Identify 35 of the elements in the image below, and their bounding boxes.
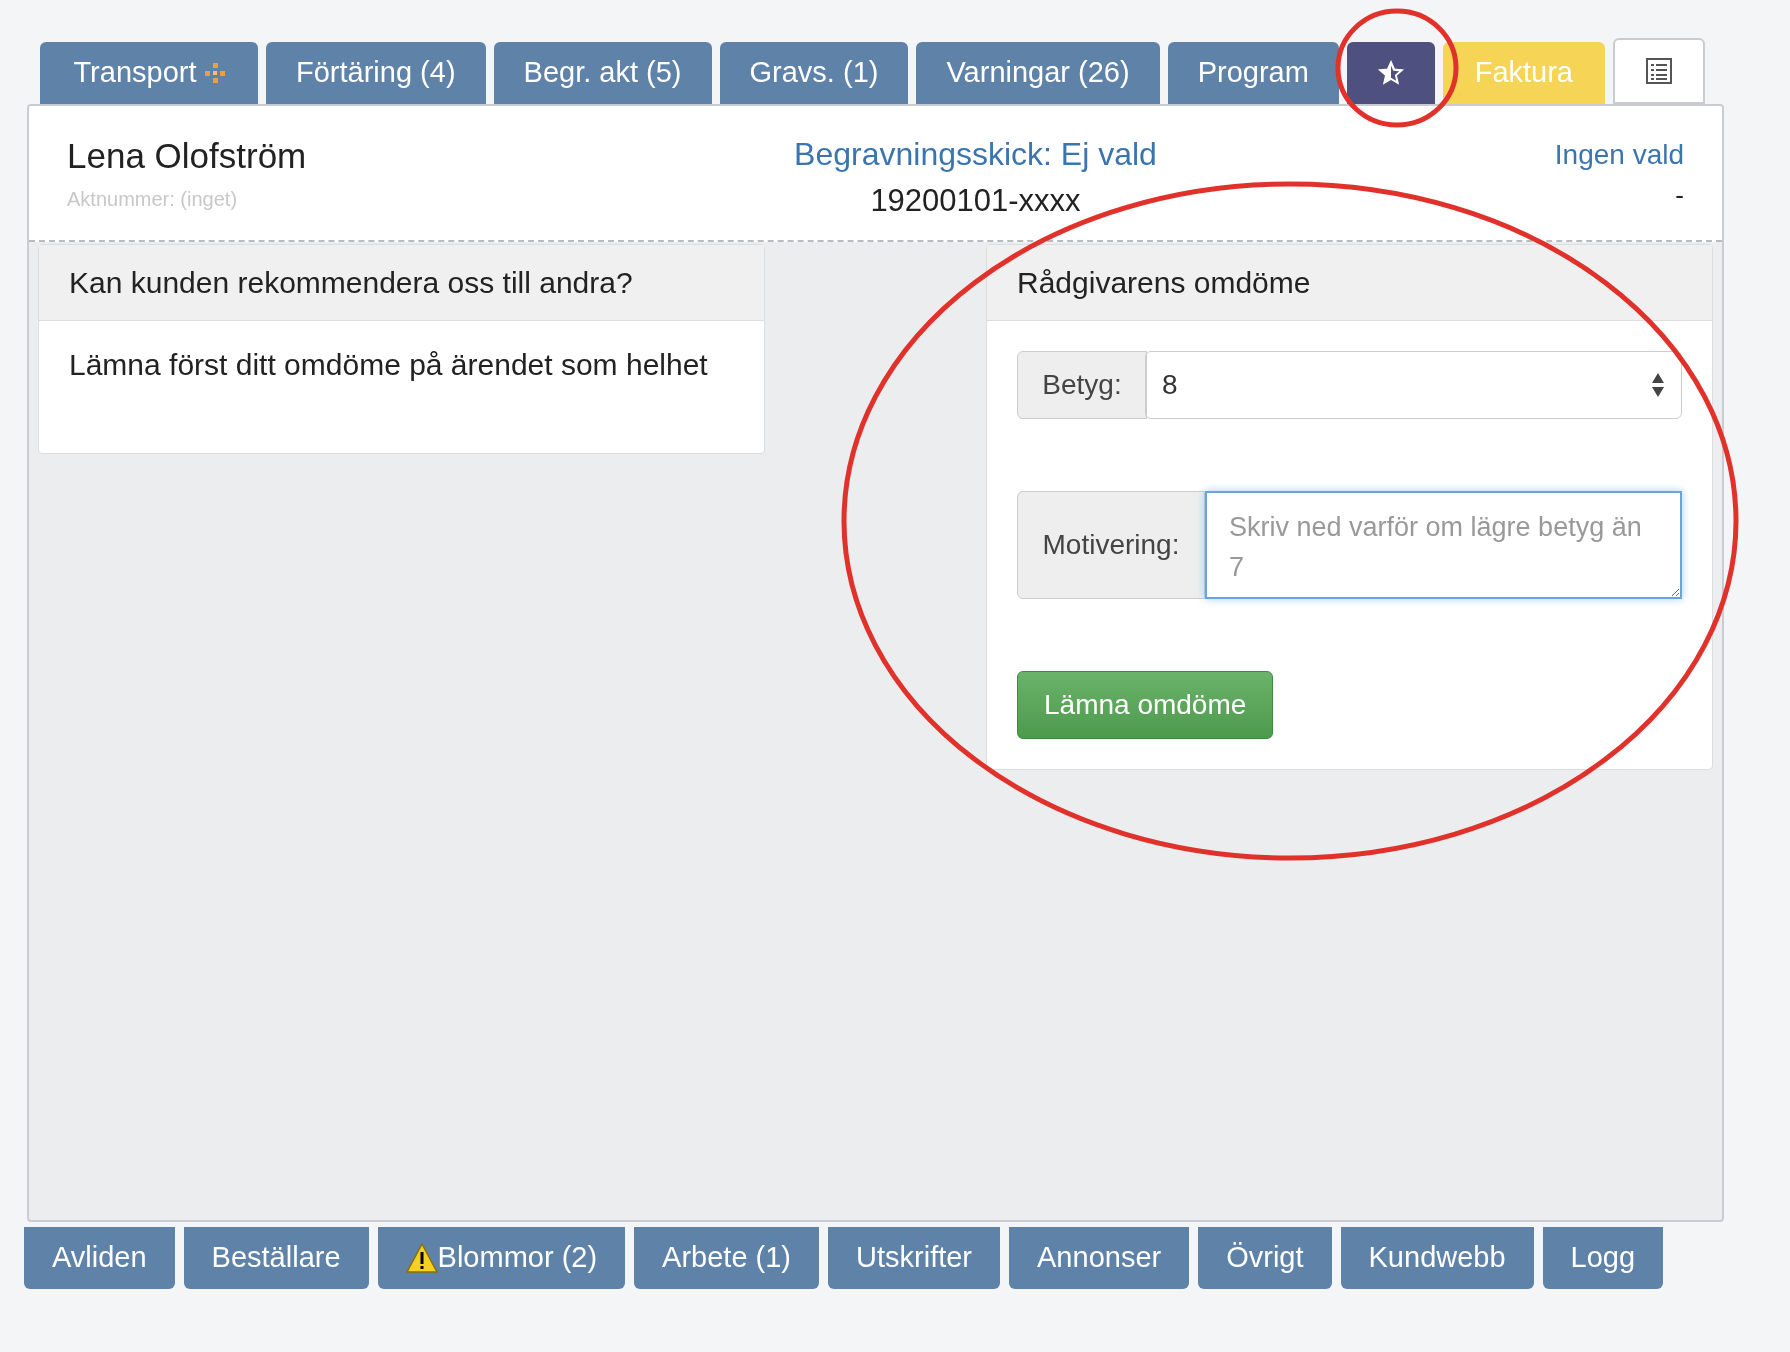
- tab[interactable]: Begr. akt (5): [493, 42, 712, 104]
- tab[interactable]: Utskrifter: [828, 1227, 1001, 1289]
- rating-tab[interactable]: [1346, 42, 1435, 104]
- star-icon: [1376, 59, 1405, 87]
- selection-link[interactable]: Ingen vald: [1554, 134, 1684, 176]
- dots-icon: [204, 63, 225, 83]
- grade-label: Betyg:: [1017, 351, 1147, 419]
- burial-type-link[interactable]: Begravningsskick: Ej vald: [794, 134, 1157, 174]
- motivation-field[interactable]: Skriv ned varför om lägre betyg än 7: [1205, 491, 1682, 599]
- tab[interactable]: Gravs. (1): [719, 42, 909, 104]
- tab[interactable]: Beställare: [183, 1227, 369, 1289]
- value-text: -: [1675, 179, 1684, 212]
- tab[interactable]: Avliden: [24, 1227, 175, 1289]
- grade-select[interactable]: 8: [1145, 351, 1682, 419]
- tab[interactable]: Kundwebb: [1340, 1227, 1534, 1289]
- card-title: Kan kunden rekommendera oss till andra?: [69, 265, 633, 301]
- list-icon: [1645, 58, 1672, 84]
- tab[interactable]: Förtäring (4): [266, 42, 486, 104]
- tab[interactable]: Annonser: [1009, 1227, 1190, 1289]
- card-title: Rådgivarens omdöme: [1017, 265, 1311, 301]
- card-text: Lämna först ditt omdöme på ärendet som helhet: [68, 347, 709, 383]
- tab[interactable]: Program: [1167, 42, 1339, 104]
- tab[interactable]: Arbete (1): [634, 1227, 820, 1289]
- list-view-tab[interactable]: [1612, 38, 1705, 104]
- tab[interactable]: Logg: [1542, 1227, 1664, 1289]
- id-number: 19200101-xxxx: [870, 182, 1081, 220]
- person-name: Lena Olofström: [67, 135, 307, 177]
- tab[interactable]: Varningar (26): [916, 42, 1160, 104]
- submit-button[interactable]: Lämna omdöme: [1017, 671, 1274, 739]
- spinner-icon: [1651, 372, 1665, 398]
- warning-icon: [405, 1243, 438, 1273]
- tab[interactable]: Blommor (2): [377, 1227, 626, 1289]
- motivation-label: Motivering:: [1017, 491, 1205, 599]
- tab[interactable]: Transport: [40, 42, 258, 104]
- tab[interactable]: Övrigt: [1198, 1227, 1332, 1289]
